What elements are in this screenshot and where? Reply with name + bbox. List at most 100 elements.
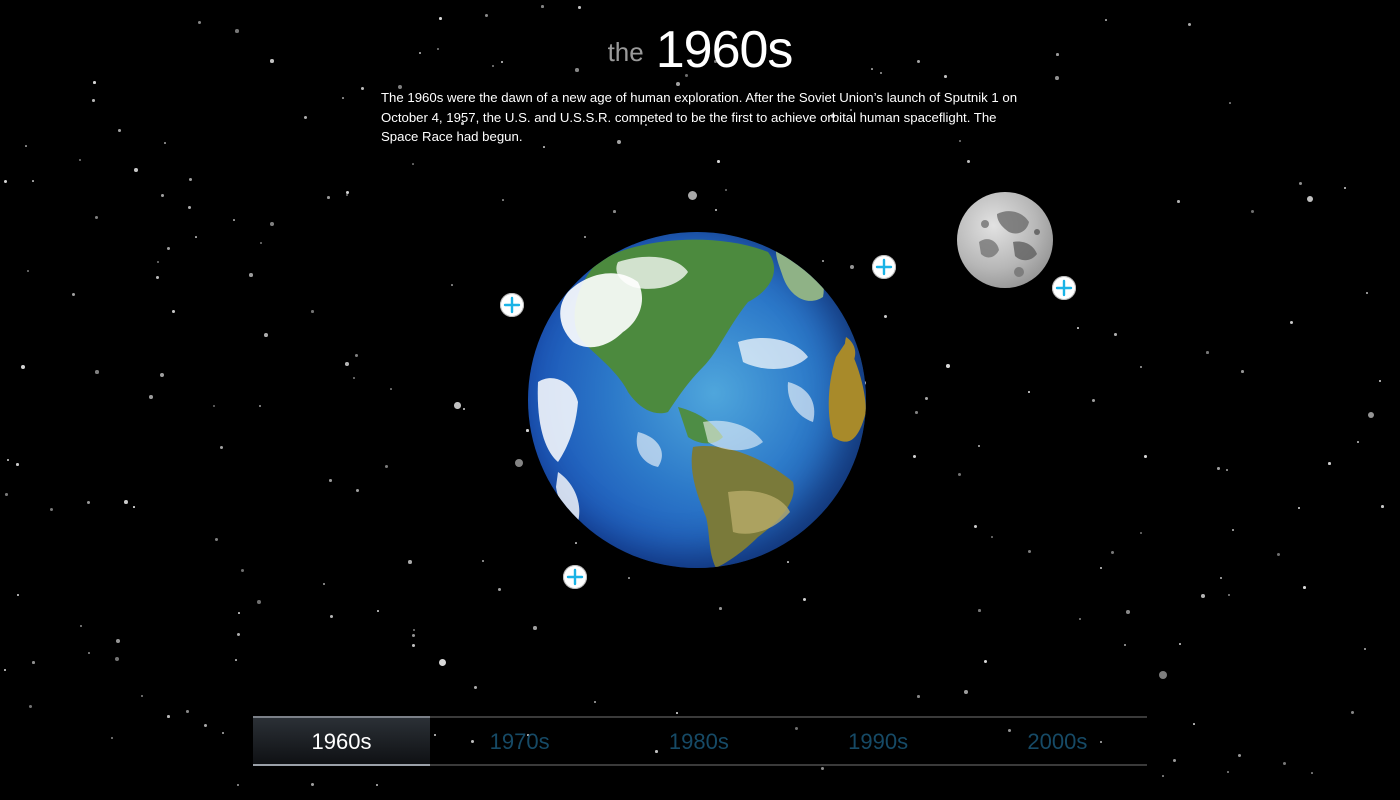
page-title: the 1960s <box>0 22 1400 91</box>
star <box>451 284 453 286</box>
star <box>16 463 19 466</box>
star <box>964 690 968 694</box>
star <box>594 701 597 704</box>
star <box>161 194 164 197</box>
star <box>1226 469 1228 471</box>
star <box>1364 648 1367 651</box>
star <box>1232 529 1235 532</box>
star <box>628 577 630 579</box>
star <box>974 525 978 529</box>
star <box>330 615 334 619</box>
star <box>385 465 389 469</box>
star <box>156 276 160 280</box>
star <box>613 210 616 213</box>
star <box>88 652 90 654</box>
star <box>884 315 888 319</box>
star <box>917 695 920 698</box>
star <box>134 168 138 172</box>
moon <box>957 192 1053 288</box>
star <box>80 625 83 628</box>
star <box>164 142 166 144</box>
title-decade: 1960s <box>655 21 794 79</box>
star <box>342 97 344 99</box>
star <box>1179 643 1181 645</box>
star <box>327 196 330 199</box>
star <box>413 629 416 632</box>
star <box>346 191 350 195</box>
star <box>1105 19 1107 21</box>
tab-2000s[interactable]: 2000s <box>968 718 1147 764</box>
star <box>925 397 929 401</box>
star <box>915 411 918 414</box>
star <box>1290 321 1294 325</box>
star <box>1177 200 1180 203</box>
star <box>21 365 25 369</box>
star <box>1311 772 1313 774</box>
star <box>1227 771 1229 773</box>
star <box>92 99 95 102</box>
star <box>257 600 261 604</box>
star <box>1220 577 1223 580</box>
star <box>978 609 981 612</box>
star <box>160 373 164 377</box>
star <box>172 310 175 313</box>
star <box>323 583 326 586</box>
tab-1980s[interactable]: 1980s <box>609 718 788 764</box>
star <box>345 362 349 366</box>
star <box>186 710 189 713</box>
star <box>1228 594 1231 597</box>
star <box>717 160 720 163</box>
star <box>29 705 33 709</box>
star <box>578 6 581 9</box>
intro-paragraph: The 1960s were the dawn of a new age of … <box>381 90 1018 144</box>
star <box>1077 327 1079 329</box>
star <box>157 261 160 264</box>
star <box>1028 550 1032 554</box>
star <box>1028 391 1030 393</box>
star <box>377 610 379 612</box>
star <box>249 273 253 277</box>
star <box>1357 441 1359 443</box>
star <box>1351 711 1355 715</box>
hotspot-lower-left[interactable] <box>563 565 587 589</box>
plus-icon <box>500 293 524 317</box>
star <box>719 607 722 610</box>
star <box>485 14 489 18</box>
star <box>1298 507 1301 510</box>
star <box>1159 671 1168 680</box>
hotspot-upper-left[interactable] <box>500 293 524 317</box>
star <box>1379 380 1382 383</box>
star <box>195 236 197 238</box>
title-prefix: the <box>607 37 644 67</box>
star <box>1241 370 1244 373</box>
star <box>1299 182 1303 186</box>
star <box>149 395 153 399</box>
star <box>1193 723 1195 725</box>
star <box>412 163 414 165</box>
star <box>260 242 262 244</box>
star <box>235 659 237 661</box>
hotspot-moon[interactable] <box>1052 276 1076 300</box>
star <box>946 364 950 368</box>
star <box>439 659 447 667</box>
star <box>50 508 54 512</box>
star <box>1277 553 1281 557</box>
star <box>25 145 27 147</box>
star <box>116 639 120 643</box>
star <box>1303 586 1306 589</box>
tab-1960s[interactable]: 1960s <box>253 716 430 766</box>
star <box>1328 462 1331 465</box>
star <box>1251 210 1255 214</box>
star <box>412 634 416 638</box>
star <box>233 219 235 221</box>
tab-1970s[interactable]: 1970s <box>430 718 609 764</box>
hotspot-earth-orbit[interactable] <box>872 255 896 279</box>
star <box>978 445 981 448</box>
star <box>463 408 465 410</box>
star <box>913 455 917 459</box>
star <box>204 724 208 728</box>
star <box>167 715 170 718</box>
star <box>1144 455 1147 458</box>
star <box>1366 292 1369 295</box>
tab-1990s[interactable]: 1990s <box>789 718 968 764</box>
